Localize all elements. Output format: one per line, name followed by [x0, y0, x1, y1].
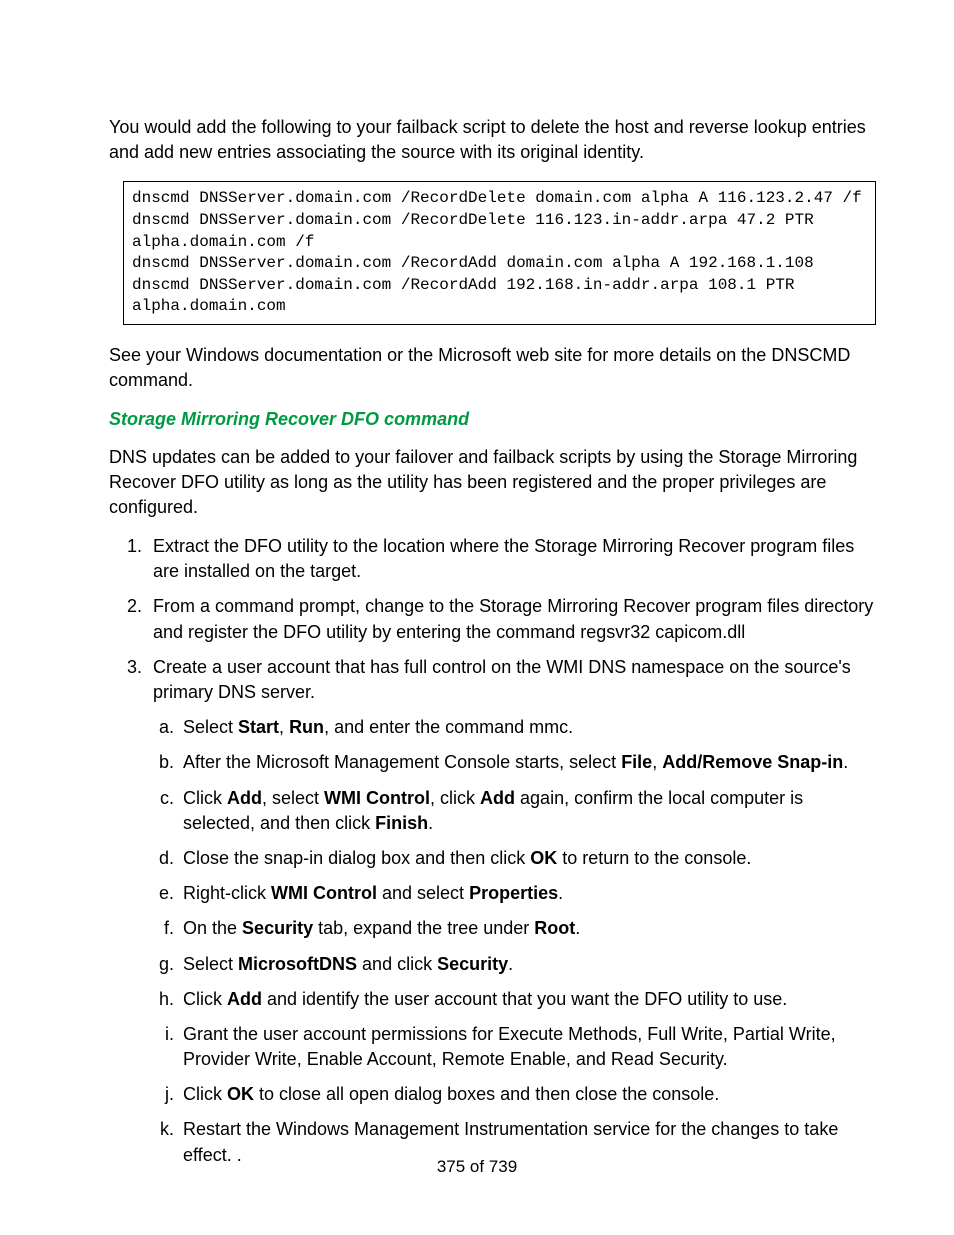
step-3: Create a user account that has full cont… [147, 655, 876, 1168]
dfo-intro-paragraph: DNS updates can be added to your failove… [109, 445, 876, 521]
substep-e: Right-click WMI Control and select Prope… [179, 881, 876, 906]
substep-d: Close the snap-in dialog box and then cl… [179, 846, 876, 871]
substep-a: Select Start, Run, and enter the command… [179, 715, 876, 740]
substep-h: Click Add and identify the user account … [179, 987, 876, 1012]
intro-paragraph: You would add the following to your fail… [109, 115, 876, 165]
step-1: Extract the DFO utility to the location … [147, 534, 876, 584]
substep-j: Click OK to close all open dialog boxes … [179, 1082, 876, 1107]
document-page: You would add the following to your fail… [0, 0, 954, 1235]
code-block: dnscmd DNSServer.domain.com /RecordDelet… [123, 181, 876, 325]
page-footer: 375 of 739 [0, 1155, 954, 1179]
step-2: From a command prompt, change to the Sto… [147, 594, 876, 644]
section-heading: Storage Mirroring Recover DFO command [109, 407, 876, 432]
substep-c: Click Add, select WMI Control, click Add… [179, 786, 876, 836]
post-code-paragraph: See your Windows documentation or the Mi… [109, 343, 876, 393]
substep-b: After the Microsoft Management Console s… [179, 750, 876, 775]
step-3-text: Create a user account that has full cont… [153, 657, 851, 702]
substeps-list: Select Start, Run, and enter the command… [179, 715, 876, 1168]
substep-i: Grant the user account permissions for E… [179, 1022, 876, 1072]
steps-list: Extract the DFO utility to the location … [147, 534, 876, 1168]
substep-f: On the Security tab, expand the tree und… [179, 916, 876, 941]
substep-g: Select MicrosoftDNS and click Security. [179, 952, 876, 977]
